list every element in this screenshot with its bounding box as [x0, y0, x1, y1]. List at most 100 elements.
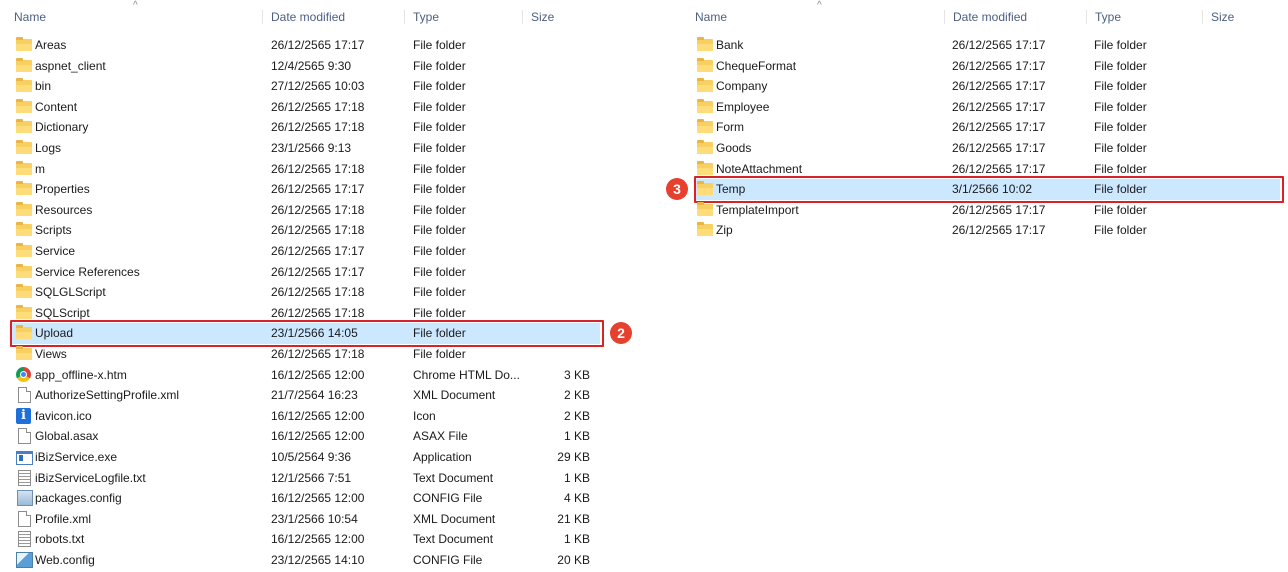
file-row[interactable]: Properties 26/12/2565 17:17 File folder: [12, 179, 600, 200]
date-modified: 26/12/2565 17:17: [952, 120, 1046, 135]
file-type: File folder: [413, 99, 466, 114]
folder-icon: [16, 325, 33, 341]
folder-icon: [16, 119, 33, 135]
file-row[interactable]: Form 26/12/2565 17:17 File folder: [696, 117, 1280, 138]
file-name: iBizService.exe: [35, 450, 118, 464]
file-row[interactable]: m 26/12/2565 17:18 File folder: [12, 159, 600, 180]
file-name: Profile.xml: [35, 511, 92, 526]
file-row[interactable]: Dictionary 26/12/2565 17:18 File folder: [12, 117, 600, 138]
file-name: Service References: [35, 264, 140, 279]
file-row[interactable]: Areas 26/12/2565 17:17 File folder: [12, 35, 600, 56]
application-icon: [16, 449, 33, 465]
column-header-size[interactable]: Size: [522, 10, 554, 24]
file-row[interactable]: Employee 26/12/2565 17:17 File folder: [696, 97, 1280, 118]
step-callout-badge: 2: [610, 322, 632, 345]
file-row[interactable]: robots.txt 16/12/2565 12:00 Text Document 1…: [12, 529, 600, 550]
column-header-name[interactable]: Name: [695, 10, 727, 24]
file-type: Text Document: [413, 470, 494, 485]
file-name: NoteAttachment: [716, 161, 803, 176]
file-name: aspnet_client: [35, 58, 106, 73]
date-modified: 26/12/2565 17:17: [271, 244, 365, 258]
file-size: 21 KB: [557, 511, 590, 526]
web-config-icon: [16, 552, 33, 568]
file-type: File folder: [1094, 141, 1147, 155]
file-row[interactable]: SQLGLScript 26/12/2565 17:18 File folder: [12, 282, 600, 303]
file-type: Text Document: [413, 532, 494, 547]
file-name: Bank: [716, 38, 744, 52]
column-header-date-modified[interactable]: Date modified: [262, 10, 345, 24]
file-row[interactable]: Scripts 26/12/2565 17:18 File folder: [12, 220, 600, 241]
file-row[interactable]: aspnet_client 12/4/2565 9:30 File folder: [12, 56, 600, 77]
date-modified: 26/12/2565 17:18: [271, 120, 365, 135]
file-row[interactable]: Bank 26/12/2565 17:17 File folder: [696, 35, 1280, 56]
file-row-selected[interactable]: Upload 23/1/2566 14:05 File folder: [10, 320, 604, 347]
date-modified: 26/12/2565 17:17: [952, 223, 1046, 238]
folder-icon: [16, 346, 33, 362]
file-type: File folder: [1094, 223, 1147, 238]
file-row[interactable]: Company 26/12/2565 17:17 File folder: [696, 76, 1280, 97]
file-row-selected[interactable]: Temp 3/1/2566 10:02 File folder: [694, 176, 1284, 203]
file-type: File folder: [413, 161, 466, 176]
file-row[interactable]: Service References 26/12/2565 17:17 File f…: [12, 262, 600, 283]
file-name: Dictionary: [35, 120, 89, 135]
file-row[interactable]: i favicon.ico 16/12/2565 12:00 Icon 2 KB: [12, 406, 600, 427]
column-header-type[interactable]: Type: [404, 10, 439, 24]
file-type: File folder: [413, 58, 466, 73]
column-header-type[interactable]: Type: [1086, 10, 1121, 24]
folder-icon: [16, 37, 33, 53]
file-type: File folder: [413, 202, 466, 217]
file-type: File folder: [413, 285, 466, 300]
application-icon-glyph: [16, 451, 33, 465]
file-name: Scripts: [35, 223, 72, 238]
file-name: Web.config: [35, 553, 95, 567]
date-modified: 23/1/2566 10:54: [271, 511, 358, 526]
folder-icon: [697, 201, 714, 218]
file-row[interactable]: Profile.xml 23/1/2566 10:54 XML Document 21…: [12, 509, 600, 530]
folder-icon: [16, 140, 33, 156]
file-type: File folder: [413, 326, 466, 341]
folder-icon-glyph: [16, 119, 32, 134]
folder-icon-glyph: [697, 37, 713, 51]
file-type: File folder: [413, 141, 466, 155]
file-row[interactable]: Goods 26/12/2565 17:17 File folder: [696, 138, 1280, 159]
file-type: File folder: [413, 120, 466, 135]
date-modified: 16/12/2565 12:00: [271, 532, 365, 547]
file-row[interactable]: Service 26/12/2565 17:17 File folder: [12, 241, 600, 262]
file-type: File folder: [413, 264, 466, 279]
file-row[interactable]: SQLScript 26/12/2565 17:18 File folder: [12, 303, 600, 324]
file-row[interactable]: Content 26/12/2565 17:18 File folder: [12, 97, 600, 118]
file-row[interactable]: Web.config 23/12/2565 14:10 CONFIG File 20 …: [12, 550, 600, 571]
file-size: 2 KB: [563, 388, 590, 403]
column-header-name[interactable]: Name: [14, 10, 46, 24]
file-row[interactable]: NoteAttachment 26/12/2565 17:17 File folde…: [696, 159, 1280, 180]
file-row[interactable]: bin 27/12/2565 10:03 File folder: [12, 76, 600, 97]
folder-icon-glyph: [16, 284, 32, 299]
left-file-list: ^ Name Date modified Type Size Areas 26/1…: [0, 0, 632, 572]
file-row[interactable]: TemplateImport 26/12/2565 17:17 File folde…: [696, 200, 1280, 221]
file-type: Application: [413, 450, 472, 464]
folder-icon-glyph: [16, 222, 32, 237]
file-type: File folder: [413, 244, 466, 258]
folder-icon: [16, 243, 33, 259]
chrome-icon-glyph: [16, 366, 31, 382]
file-name: Goods: [716, 141, 752, 155]
file-row[interactable]: Views 26/12/2565 17:18 File folder: [12, 344, 600, 365]
file-row[interactable]: iBizServiceLogfile.txt 12/1/2566 7:51 Text…: [12, 468, 600, 489]
column-header-size[interactable]: Size: [1202, 10, 1234, 24]
file-row[interactable]: iBizService.exe 10/5/2564 9:36 Application…: [12, 447, 600, 468]
column-header-date-modified[interactable]: Date modified: [944, 10, 1027, 24]
folder-icon-glyph: [697, 57, 713, 72]
file-row[interactable]: ChequeFormat 26/12/2565 17:17 File folder: [696, 56, 1280, 77]
file-row[interactable]: Zip 26/12/2565 17:17 File folder: [696, 220, 1280, 241]
date-modified: 26/12/2565 17:17: [271, 182, 365, 197]
file-row[interactable]: app_offline-x.htm 16/12/2565 12:00 Chrome …: [12, 365, 600, 386]
file-row[interactable]: Resources 26/12/2565 17:18 File folder: [12, 200, 600, 221]
file-row[interactable]: Global.asax 16/12/2565 12:00 ASAX File 1 KB: [12, 426, 600, 447]
file-row[interactable]: packages.config 16/12/2565 12:00 CONFIG Fi…: [12, 488, 600, 509]
column-header-row: ^ Name Date modified Type Size: [0, 0, 606, 33]
folder-icon-glyph: [697, 119, 713, 134]
file-type: File folder: [413, 38, 466, 52]
file-row[interactable]: AuthorizeSettingProfile.xml 21/7/2564 16:…: [12, 385, 600, 406]
date-modified: 26/12/2565 17:17: [952, 141, 1046, 155]
file-row[interactable]: Logs 23/1/2566 9:13 File folder: [12, 138, 600, 159]
